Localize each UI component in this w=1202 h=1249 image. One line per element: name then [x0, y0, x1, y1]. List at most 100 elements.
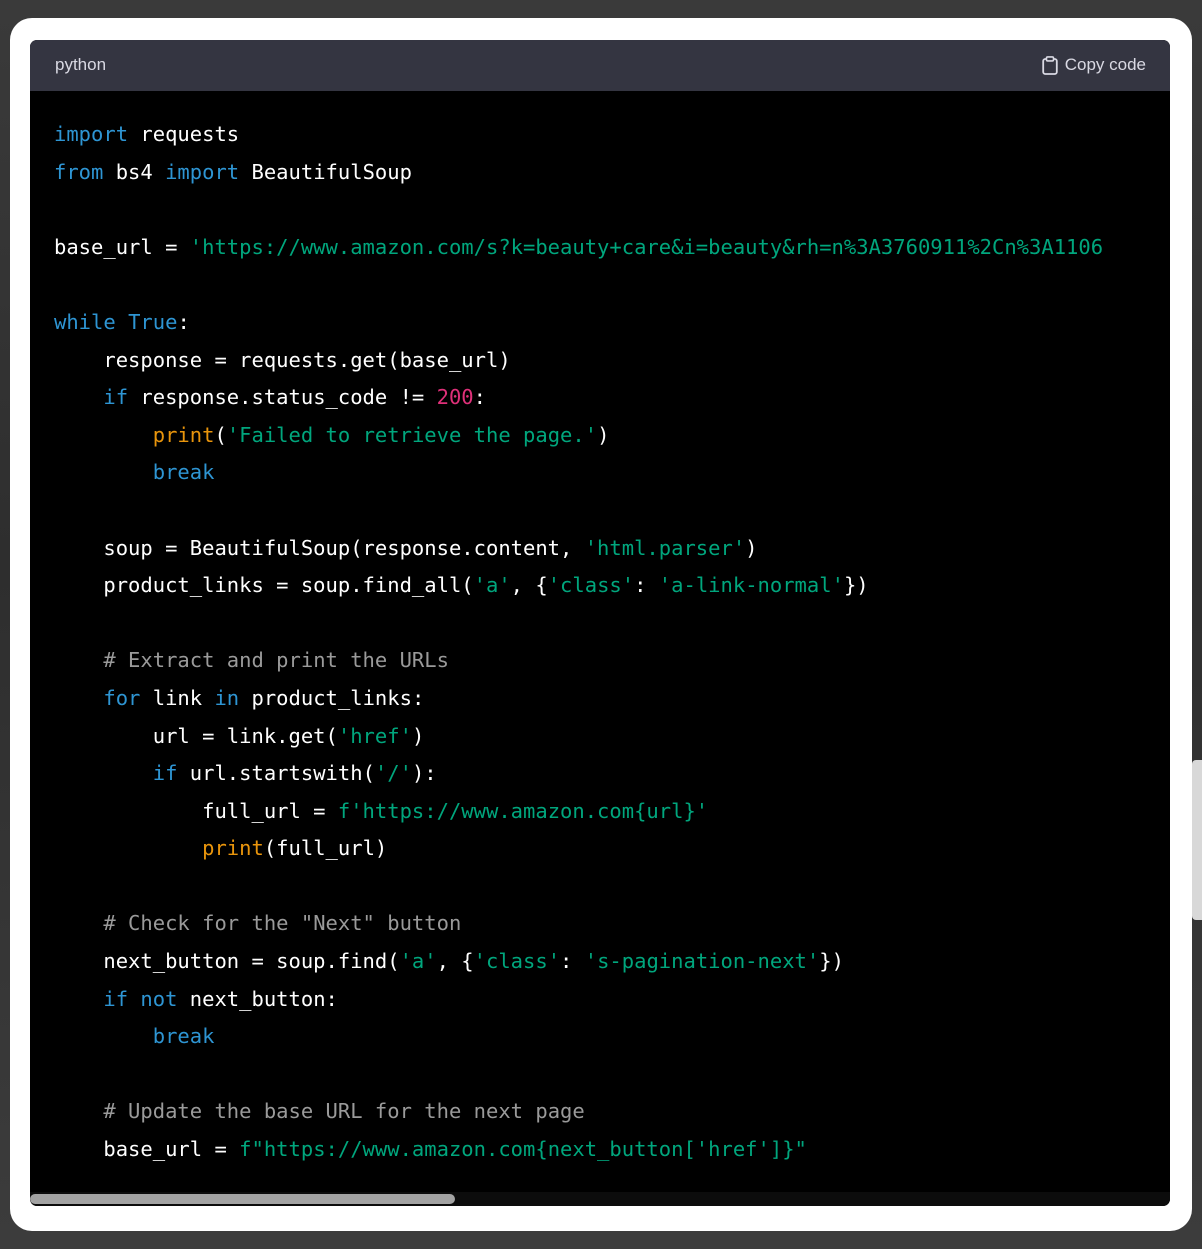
- clipboard-icon: [1042, 55, 1058, 75]
- code-line: url = link.get('href'): [54, 718, 1170, 756]
- keyword-token: import: [54, 122, 129, 146]
- code-line: # Check for the "Next" button: [54, 905, 1170, 943]
- code-token: , {: [436, 949, 474, 974]
- code-token: response = requests.get(base_url): [54, 347, 511, 372]
- code-token: requests: [128, 122, 240, 146]
- code-token: }): [843, 573, 869, 598]
- number-token: 200: [436, 385, 474, 410]
- code-token: soup = BeautifulSoup(response.content,: [54, 535, 585, 560]
- code-token: :: [634, 573, 659, 598]
- code-line: soup = BeautifulSoup(response.content, '…: [54, 530, 1170, 568]
- code-token: :: [473, 385, 486, 410]
- code-content[interactable]: import requests from bs4 import Beautiful…: [54, 116, 1170, 1169]
- code-line: full_url = f'https://www.amazon.com{url}…: [54, 793, 1170, 831]
- comment-token: # Check for the "Next" button: [103, 911, 462, 936]
- keyword-token: if: [152, 761, 178, 786]
- string-token: f"https://www.amazon.com{next_button['hr…: [239, 1137, 807, 1162]
- language-label: python: [55, 55, 107, 74]
- code-line: print('Failed to retrieve the page.'): [54, 417, 1170, 455]
- code-line: base_url = f"https://www.amazon.com{next…: [54, 1131, 1170, 1169]
- keyword-token: True: [128, 309, 178, 334]
- horizontal-scrollbar[interactable]: [30, 1192, 1170, 1206]
- code-token: url.startswith(: [177, 761, 375, 786]
- copy-code-button[interactable]: Copy code: [1042, 53, 1146, 77]
- code-line: # Update the base URL for the next page: [54, 1093, 1170, 1131]
- code-token: (: [214, 422, 227, 447]
- keyword-token: import: [165, 159, 240, 184]
- code-token: link: [140, 685, 215, 710]
- builtin-token: print: [202, 836, 264, 861]
- string-token: 'a': [473, 573, 511, 598]
- code-line: # Extract and print the URLs: [54, 642, 1170, 680]
- string-token: 'class': [547, 573, 635, 598]
- code-token: base_url =: [54, 234, 190, 259]
- comment-token: # Update the base URL for the next page: [103, 1099, 585, 1124]
- copy-code-label: Copy code: [1064, 55, 1146, 74]
- code-token: ): [411, 723, 425, 748]
- code-token: ): [745, 535, 758, 560]
- string-token: 'href': [337, 723, 412, 748]
- code-line: import requests: [54, 116, 1170, 154]
- keyword-token: break: [152, 1024, 215, 1049]
- code-line: break: [54, 1018, 1170, 1056]
- code-line: from bs4 import BeautifulSoup: [54, 154, 1170, 192]
- string-token: 'html.parser': [584, 535, 746, 560]
- code-line: if response.status_code != 200:: [54, 379, 1170, 417]
- code-block-header: python Copy code: [30, 40, 1170, 91]
- code-token: product_links:: [239, 685, 425, 710]
- keyword-token: while: [54, 309, 116, 334]
- code-line: response = requests.get(base_url): [54, 342, 1170, 380]
- code-token: , {: [510, 573, 548, 598]
- code-line: while True:: [54, 304, 1170, 342]
- code-token: next_button = soup.find(: [54, 949, 400, 974]
- string-token: f'https://www.amazon.com{url}': [337, 798, 709, 823]
- code-token: ): [597, 422, 610, 447]
- code-line: print(full_url): [54, 830, 1170, 868]
- string-token: 'Failed to retrieve the page.': [226, 422, 598, 447]
- string-token: 'class': [473, 949, 561, 974]
- code-line: if not next_button:: [54, 981, 1170, 1019]
- keyword-token: not: [140, 986, 178, 1011]
- code-token: url = link.get(: [54, 723, 338, 748]
- code-line: for link in product_links:: [54, 680, 1170, 718]
- code-block: python Copy code import requests from bs4…: [30, 40, 1170, 1206]
- code-token: }): [819, 949, 844, 974]
- keyword-token: break: [152, 460, 215, 485]
- code-token: (full_url): [263, 836, 388, 861]
- keyword-token: if: [103, 385, 129, 410]
- string-token: 'a-link-normal': [658, 573, 844, 598]
- builtin-token: print: [152, 422, 215, 447]
- code-token: bs4: [103, 159, 166, 184]
- code-token: :: [560, 949, 585, 974]
- string-token: '/': [374, 761, 412, 786]
- scrollbar-thumb[interactable]: [30, 1194, 455, 1204]
- comment-token: # Extract and print the URLs: [103, 648, 449, 673]
- code-line: product_links = soup.find_all('a', {'cla…: [54, 567, 1170, 605]
- keyword-token: for: [103, 685, 141, 710]
- code-token: next_button:: [177, 986, 338, 1011]
- code-token: response.status_code !=: [128, 385, 437, 410]
- code-token: :: [177, 309, 190, 334]
- code-token: base_url =: [54, 1137, 240, 1162]
- code-token: full_url =: [54, 798, 338, 823]
- code-line: base_url = 'https://www.amazon.com/s?k=b…: [54, 229, 1170, 267]
- code-line: break: [54, 454, 1170, 492]
